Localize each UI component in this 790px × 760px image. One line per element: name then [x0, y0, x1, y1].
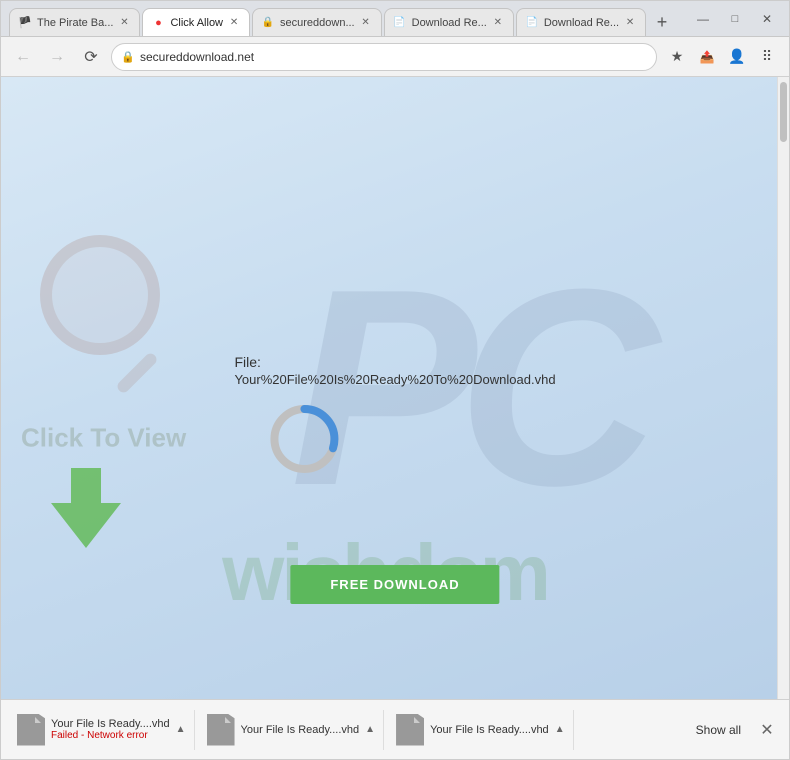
tab-click-allow-close[interactable]: ✕: [227, 16, 241, 30]
new-tab-button[interactable]: +: [648, 8, 676, 36]
tab-download-re-2-close[interactable]: ✕: [623, 16, 637, 30]
tab-click-allow-label: Click Allow: [170, 17, 223, 29]
download-chevron-1[interactable]: ▲: [176, 724, 186, 735]
tab-download-re-2[interactable]: 📄 Download Re... ✕: [516, 8, 646, 36]
tab-secureddownload-label: secureddown...: [280, 17, 355, 29]
download-name-3: Your File Is Ready....vhd: [430, 724, 549, 736]
tab-download-re-1-icon: 📄: [393, 16, 407, 30]
forward-button[interactable]: →: [43, 43, 71, 71]
download-chevron-3[interactable]: ▲: [555, 724, 565, 735]
extensions-button[interactable]: ⠿: [753, 43, 781, 71]
tab-pirate-bay-close[interactable]: ✕: [117, 16, 131, 30]
tab-secureddownload-icon: 🔒: [261, 16, 275, 30]
close-button[interactable]: ✕: [753, 5, 781, 33]
bookmark-button[interactable]: ★: [663, 43, 691, 71]
download-file-icon-2: [207, 714, 235, 746]
show-all-button[interactable]: Show all: [688, 719, 749, 741]
download-item-1[interactable]: Your File Is Ready....vhd Failed - Netwo…: [9, 710, 195, 750]
download-file-icon-3: [396, 714, 424, 746]
back-button[interactable]: ←: [9, 43, 37, 71]
download-info-1: Your File Is Ready....vhd Failed - Netwo…: [51, 718, 170, 741]
free-download-button[interactable]: FREE DOWNLOAD: [290, 565, 499, 604]
magnifier-watermark: [40, 235, 160, 355]
tab-download-re-1[interactable]: 📄 Download Re... ✕: [384, 8, 514, 36]
tab-secureddownload[interactable]: 🔒 secureddown... ✕: [252, 8, 382, 36]
download-file-icon-1: [17, 714, 45, 746]
download-section: File: Your%20File%20Is%20Ready%20To%20Do…: [234, 354, 555, 484]
maximize-button[interactable]: □: [721, 5, 749, 33]
file-label: File:: [234, 354, 260, 370]
toolbar-icons: ★ 📤 👤 ⠿: [663, 43, 781, 71]
magnifier-circle: [40, 235, 160, 355]
file-name: Your%20File%20Is%20Ready%20To%20Download…: [234, 372, 555, 387]
download-item-2[interactable]: Your File Is Ready....vhd ▲: [199, 710, 385, 750]
browser-frame: 🏴 The Pirate Ba... ✕ ● Click Allow ✕ 🔒 s…: [0, 0, 790, 760]
address-wrapper: 🔒: [111, 43, 657, 71]
download-bar: Your File Is Ready....vhd Failed - Netwo…: [1, 699, 789, 759]
download-name-1: Your File Is Ready....vhd: [51, 718, 170, 730]
download-info-3: Your File Is Ready....vhd: [430, 724, 549, 736]
download-info-2: Your File Is Ready....vhd: [241, 724, 360, 736]
page-content: PC Click To View wishdom File: Your%20Fi…: [1, 77, 789, 699]
address-bar: ← → ⟳ 🔒 ★ 📤 👤 ⠿: [1, 37, 789, 77]
scrollbar[interactable]: [777, 77, 789, 699]
window-controls: — □ ✕: [689, 5, 781, 33]
download-status-1: Failed - Network error: [51, 730, 170, 741]
tab-download-re-1-close[interactable]: ✕: [491, 16, 505, 30]
tab-secureddownload-close[interactable]: ✕: [359, 16, 373, 30]
download-name-2: Your File Is Ready....vhd: [241, 724, 360, 736]
green-arrow: [46, 463, 126, 558]
tab-click-allow[interactable]: ● Click Allow ✕: [142, 8, 250, 36]
tab-pirate-bay-icon: 🏴: [18, 16, 32, 30]
scrollbar-thumb[interactable]: [780, 82, 787, 142]
title-bar: 🏴 The Pirate Ba... ✕ ● Click Allow ✕ 🔒 s…: [1, 1, 789, 37]
tabs-area: 🏴 The Pirate Ba... ✕ ● Click Allow ✕ 🔒 s…: [9, 1, 689, 36]
click-to-view-text: Click To View: [21, 422, 186, 453]
tab-pirate-bay[interactable]: 🏴 The Pirate Ba... ✕: [9, 8, 140, 36]
url-input[interactable]: [111, 43, 657, 71]
magnifier-handle: [115, 351, 159, 395]
profile-button[interactable]: 👤: [723, 43, 751, 71]
cast-button[interactable]: 📤: [693, 43, 721, 71]
minimize-button[interactable]: —: [689, 5, 717, 33]
reload-button[interactable]: ⟳: [77, 43, 105, 71]
tab-download-re-2-icon: 📄: [525, 16, 539, 30]
download-item-3[interactable]: Your File Is Ready....vhd ▲: [388, 710, 574, 750]
download-chevron-2[interactable]: ▲: [365, 724, 375, 735]
tab-download-re-2-label: Download Re...: [544, 17, 619, 29]
tab-click-allow-icon: ●: [151, 16, 165, 30]
tab-download-re-1-label: Download Re...: [412, 17, 487, 29]
progress-ring: [264, 399, 344, 484]
close-download-bar-button[interactable]: ✕: [753, 716, 781, 744]
tab-pirate-bay-label: The Pirate Ba...: [37, 17, 113, 29]
